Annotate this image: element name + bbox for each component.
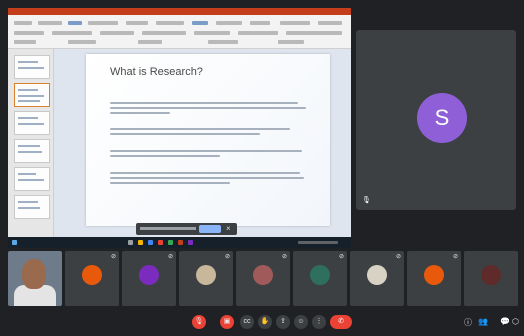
info-icon[interactable]: ⓘ — [464, 317, 472, 328]
mic-icon: 🎙 — [362, 197, 371, 204]
participant-avatar — [310, 265, 330, 285]
mic-off-icon: ⊘ — [281, 254, 287, 260]
participant-tile-video[interactable] — [8, 251, 62, 306]
shared-screen[interactable]: What is Research? × — [8, 8, 351, 248]
more-participants-tile[interactable] — [464, 251, 518, 306]
taskbar-app-icon[interactable] — [138, 240, 143, 245]
participant-tile[interactable]: ⊘ — [350, 251, 404, 306]
meeting-window: What is Research? × S 🎙 ⊘ ⊘ ⊘ ⊘ ⊘ ⊘ ⊘ 🎙 … — [0, 0, 524, 336]
taskbar-app-icon[interactable] — [168, 240, 173, 245]
windows-taskbar — [8, 237, 351, 248]
share-banner-text — [140, 227, 196, 230]
taskbar-app-icon[interactable] — [188, 240, 193, 245]
slide-thumbnail[interactable] — [14, 167, 50, 191]
slide-thumbnail[interactable] — [14, 111, 50, 135]
captions-button[interactable]: cc — [240, 315, 254, 329]
participant-avatar — [196, 265, 216, 285]
participant-avatar — [424, 265, 444, 285]
current-slide[interactable]: What is Research? — [86, 54, 330, 226]
camera-toggle-button[interactable]: ▣ — [220, 315, 234, 329]
more-participants-avatars — [481, 265, 501, 285]
more-options-button[interactable]: ⋮ — [312, 315, 326, 329]
slide-thumbnail[interactable] — [14, 55, 50, 79]
hide-banner-icon[interactable]: × — [226, 224, 231, 233]
participant-tile[interactable]: ⊘ — [65, 251, 119, 306]
participant-video — [22, 259, 46, 289]
slide-bullet — [110, 150, 306, 160]
speaker-tile[interactable]: S 🎙 — [356, 30, 516, 210]
slide-thumbnail[interactable] — [14, 195, 50, 219]
participant-avatar — [367, 265, 387, 285]
taskbar-app-icon[interactable] — [128, 240, 133, 245]
slide-thumbnail-pane[interactable] — [8, 49, 54, 237]
participant-tile[interactable]: ⊘ — [293, 251, 347, 306]
activities-icon[interactable]: ⬡ — [512, 317, 519, 326]
mic-off-icon: ⊘ — [395, 254, 401, 260]
slide-title: What is Research? — [110, 66, 203, 78]
screen-share-banner: × — [136, 223, 237, 235]
slide-editor[interactable]: What is Research? — [54, 49, 351, 237]
mic-off-icon: ⊘ — [452, 254, 458, 260]
reactions-button[interactable]: ☺ — [294, 315, 308, 329]
taskbar-app-icon[interactable] — [178, 240, 183, 245]
participant-avatar — [139, 265, 159, 285]
participant-tile[interactable]: ⊘ — [122, 251, 176, 306]
slide-bullet — [110, 172, 306, 187]
participant-tile[interactable]: ⊘ — [236, 251, 290, 306]
mic-off-icon: ⊘ — [167, 254, 173, 260]
slide-bullet — [110, 102, 306, 117]
participant-tile[interactable]: ⊘ — [407, 251, 461, 306]
mic-off-icon: ⊘ — [338, 254, 344, 260]
present-button[interactable]: ⇪ — [276, 315, 290, 329]
slide-thumbnail-selected[interactable] — [14, 83, 50, 107]
end-call-button[interactable]: ✆ — [330, 315, 352, 329]
mic-off-icon: ⊘ — [224, 254, 230, 260]
mic-off-icon: ⊘ — [110, 254, 116, 260]
participant-avatar — [253, 265, 273, 285]
start-icon[interactable] — [12, 240, 17, 245]
participant-avatar — [82, 265, 102, 285]
ppt-ribbon[interactable] — [8, 15, 351, 49]
ppt-title-bar — [8, 8, 351, 15]
raise-hand-button[interactable]: ✋ — [258, 315, 272, 329]
speaker-avatar: S — [417, 93, 467, 143]
slide-thumbnail[interactable] — [14, 139, 50, 163]
system-tray[interactable] — [298, 241, 338, 244]
stop-sharing-button[interactable] — [199, 225, 221, 233]
taskbar-app-icon[interactable] — [148, 240, 153, 245]
participant-filmstrip: ⊘ ⊘ ⊘ ⊘ ⊘ ⊘ ⊘ — [0, 251, 524, 306]
slide-bullet — [110, 128, 306, 138]
people-icon[interactable]: 👥 — [478, 317, 488, 326]
mic-toggle-button[interactable]: 🎙 — [192, 315, 206, 329]
chat-icon[interactable]: 💬 — [500, 317, 510, 326]
participant-tile[interactable]: ⊘ — [179, 251, 233, 306]
meeting-controls: 🎙 ▣ cc ✋ ⇪ ☺ ⋮ ✆ ⓘ 👥 💬 ⬡ — [0, 308, 524, 336]
taskbar-app-icon[interactable] — [158, 240, 163, 245]
